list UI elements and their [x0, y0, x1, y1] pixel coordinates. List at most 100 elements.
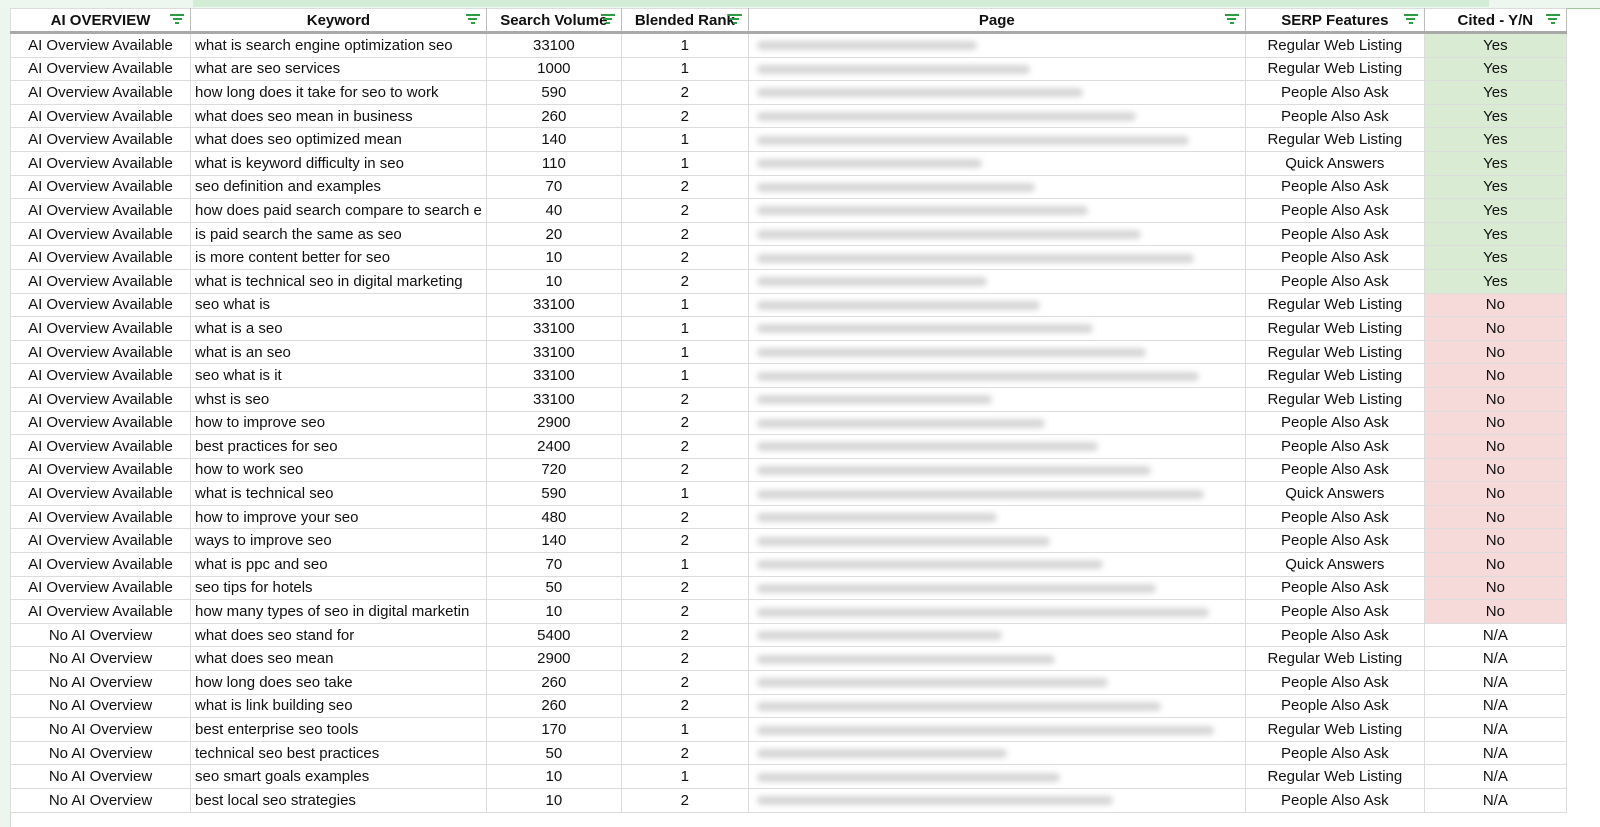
search-volume-cell[interactable]: 2900 — [485, 646, 622, 672]
blended-rank-cell[interactable]: 2 — [620, 410, 749, 436]
page-cell[interactable] — [747, 316, 1246, 341]
search-volume-cell[interactable]: 70 — [485, 552, 622, 577]
keyword-cell[interactable]: how long does seo take — [190, 670, 487, 695]
serp-features-cell[interactable]: People Also Ask — [1244, 740, 1425, 766]
ai-overview-cell[interactable]: No AI Overview — [10, 670, 191, 695]
cited-cell[interactable]: Yes — [1423, 268, 1567, 294]
search-volume-cell[interactable]: 110 — [485, 150, 622, 176]
serp-features-cell[interactable]: People Also Ask — [1244, 670, 1425, 695]
ai-overview-cell[interactable]: AI Overview Available — [10, 316, 191, 341]
cited-cell[interactable]: No — [1423, 363, 1567, 388]
blended-rank-cell[interactable]: 2 — [620, 646, 749, 672]
blended-rank-cell[interactable]: 1 — [620, 316, 749, 341]
page-cell[interactable] — [747, 339, 1246, 365]
blended-rank-cell[interactable]: 2 — [620, 457, 749, 483]
search-volume-cell[interactable]: 50 — [485, 740, 622, 766]
filter-icon[interactable] — [170, 14, 184, 26]
page-cell[interactable] — [747, 434, 1246, 459]
filter-icon[interactable] — [1224, 14, 1239, 26]
page-cell[interactable] — [747, 174, 1246, 200]
serp-features-cell[interactable]: People Also Ask — [1244, 622, 1425, 648]
search-volume-cell[interactable]: 10 — [485, 245, 622, 270]
blended-rank-cell[interactable]: 1 — [620, 339, 749, 365]
column-header-search-volume[interactable]: Search Volume — [485, 8, 622, 34]
page-cell[interactable] — [747, 221, 1246, 247]
search-volume-cell[interactable]: 50 — [485, 575, 622, 601]
keyword-cell[interactable]: what is technical seo in digital marketi… — [190, 268, 487, 294]
serp-features-cell[interactable]: Regular Web Listing — [1244, 316, 1425, 341]
serp-features-cell[interactable]: People Also Ask — [1244, 504, 1425, 530]
page-cell[interactable] — [747, 622, 1246, 648]
cited-cell[interactable]: Yes — [1423, 103, 1567, 129]
search-volume-cell[interactable]: 10 — [485, 764, 622, 789]
search-volume-cell[interactable]: 2400 — [485, 434, 622, 459]
cited-cell[interactable]: N/A — [1423, 646, 1567, 672]
page-cell[interactable] — [747, 386, 1246, 412]
search-volume-cell[interactable]: 10 — [485, 599, 622, 624]
search-volume-cell[interactable]: 590 — [485, 481, 622, 506]
keyword-cell[interactable]: what does seo optimized mean — [190, 127, 487, 152]
page-cell[interactable] — [747, 504, 1246, 530]
ai-overview-cell[interactable]: AI Overview Available — [10, 103, 191, 129]
ai-overview-cell[interactable]: AI Overview Available — [10, 268, 191, 294]
ai-overview-cell[interactable]: AI Overview Available — [10, 528, 191, 554]
ai-overview-cell[interactable]: No AI Overview — [10, 764, 191, 789]
serp-features-cell[interactable]: People Also Ask — [1244, 788, 1425, 813]
search-volume-cell[interactable]: 260 — [485, 693, 622, 719]
cited-cell[interactable]: Yes — [1423, 127, 1567, 152]
blended-rank-cell[interactable]: 2 — [620, 599, 749, 624]
search-volume-cell[interactable]: 5400 — [485, 622, 622, 648]
keyword-cell[interactable]: is more content better for seo — [190, 245, 487, 270]
page-cell[interactable] — [747, 32, 1246, 58]
filter-icon[interactable] — [727, 14, 742, 26]
search-volume-cell[interactable]: 70 — [485, 174, 622, 200]
serp-features-cell[interactable]: People Also Ask — [1244, 80, 1425, 105]
ai-overview-cell[interactable]: No AI Overview — [10, 622, 191, 648]
blended-rank-cell[interactable]: 2 — [620, 103, 749, 129]
cited-cell[interactable]: No — [1423, 292, 1567, 318]
blended-rank-cell[interactable]: 1 — [620, 150, 749, 176]
search-volume-cell[interactable]: 140 — [485, 127, 622, 152]
ai-overview-cell[interactable]: AI Overview Available — [10, 363, 191, 388]
keyword-cell[interactable]: how many types of seo in digital marketi… — [190, 599, 487, 624]
cited-cell[interactable]: No — [1423, 552, 1567, 577]
page-cell[interactable] — [747, 150, 1246, 176]
ai-overview-cell[interactable]: AI Overview Available — [10, 245, 191, 270]
blended-rank-cell[interactable]: 1 — [620, 127, 749, 152]
ai-overview-cell[interactable]: AI Overview Available — [10, 434, 191, 459]
page-cell[interactable] — [747, 198, 1246, 223]
ai-overview-cell[interactable]: No AI Overview — [10, 788, 191, 813]
search-volume-cell[interactable]: 33100 — [485, 316, 622, 341]
page-cell[interactable] — [747, 410, 1246, 436]
search-volume-cell[interactable]: 33100 — [485, 339, 622, 365]
serp-features-cell[interactable]: People Also Ask — [1244, 599, 1425, 624]
search-volume-cell[interactable]: 40 — [485, 198, 622, 223]
keyword-cell[interactable]: what is ppc and seo — [190, 552, 487, 577]
filter-icon[interactable] — [1545, 14, 1560, 26]
serp-features-cell[interactable]: Regular Web Listing — [1244, 386, 1425, 412]
page-cell[interactable] — [747, 457, 1246, 483]
blended-rank-cell[interactable]: 2 — [620, 174, 749, 200]
ai-overview-cell[interactable]: AI Overview Available — [10, 292, 191, 318]
serp-features-cell[interactable]: Quick Answers — [1244, 150, 1425, 176]
keyword-cell[interactable]: best local seo strategies — [190, 788, 487, 813]
serp-features-cell[interactable]: Regular Web Listing — [1244, 764, 1425, 789]
keyword-cell[interactable]: whst is seo — [190, 386, 487, 412]
serp-features-cell[interactable]: Regular Web Listing — [1244, 292, 1425, 318]
cited-cell[interactable]: Yes — [1423, 150, 1567, 176]
page-cell[interactable] — [747, 740, 1246, 766]
ai-overview-cell[interactable]: AI Overview Available — [10, 386, 191, 412]
serp-features-cell[interactable]: Regular Web Listing — [1244, 339, 1425, 365]
keyword-cell[interactable]: how to improve your seo — [190, 504, 487, 530]
serp-features-cell[interactable]: People Also Ask — [1244, 174, 1425, 200]
keyword-cell[interactable]: what is search engine optimization seo — [190, 32, 487, 58]
blended-rank-cell[interactable]: 2 — [620, 434, 749, 459]
ai-overview-cell[interactable]: AI Overview Available — [10, 410, 191, 436]
blended-rank-cell[interactable]: 1 — [620, 363, 749, 388]
serp-features-cell[interactable]: Regular Web Listing — [1244, 32, 1425, 58]
blended-rank-cell[interactable]: 2 — [620, 622, 749, 648]
keyword-cell[interactable]: what is keyword difficulty in seo — [190, 150, 487, 176]
search-volume-cell[interactable]: 20 — [485, 221, 622, 247]
keyword-cell[interactable]: how long does it take for seo to work — [190, 80, 487, 105]
page-cell[interactable] — [747, 481, 1246, 506]
